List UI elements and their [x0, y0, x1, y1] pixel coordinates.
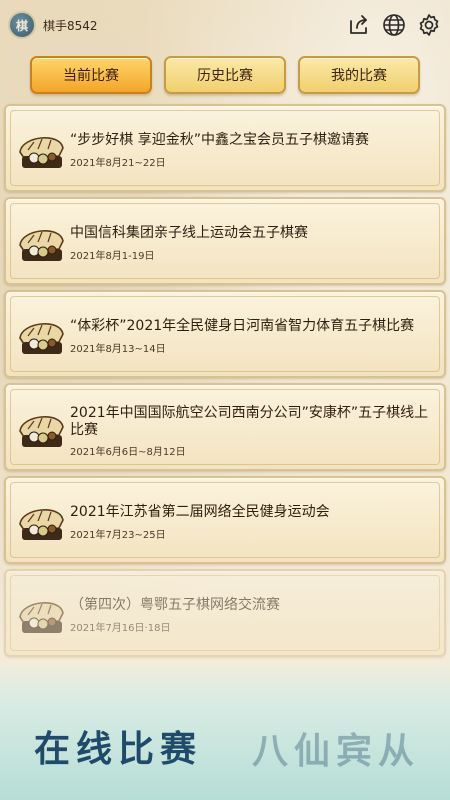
- banner-slogan: 在线比赛: [34, 728, 203, 770]
- banner-slogan-faded: 八仙宾从: [252, 730, 421, 772]
- match-title: 2021年江苏省第二届网络全民健身运动会: [70, 504, 330, 520]
- tab-current-matches[interactable]: 当前比赛: [30, 56, 152, 94]
- match-date: 2021年6月6日~8月12日: [70, 447, 186, 458]
- username: 棋手8542: [43, 18, 98, 33]
- match-emblem-icon: [19, 230, 64, 261]
- match-title: 2021年中国国际航空公司西南分公司”安康杯”五子棋线上比赛: [70, 405, 429, 438]
- match-card[interactable]: 2021年中国国际航空公司西南分公司”安康杯”五子棋线上比赛 2021年6月6日…: [4, 383, 446, 471]
- match-card[interactable]: 2021年江苏省第二届网络全民健身运动会 2021年7月23~25日: [4, 476, 446, 564]
- match-emblem-icon: [19, 323, 64, 354]
- match-title: “步步好棋 享迎金秋”中鑫之宝会员五子棋邀请赛: [70, 132, 369, 148]
- match-emblem-icon: [19, 509, 64, 540]
- share-icon[interactable]: [346, 12, 372, 38]
- top-icons: [346, 12, 442, 38]
- match-emblem-icon: [19, 137, 64, 168]
- match-emblem-icon: [19, 602, 64, 633]
- globe-icon[interactable]: [381, 12, 407, 38]
- match-date: 2021年8月21~22日: [70, 158, 166, 169]
- match-emblem-icon: [19, 416, 64, 447]
- match-date: 2021年7月16日·18日: [70, 623, 171, 634]
- match-date: 2021年8月13~14日: [70, 344, 166, 355]
- tab-my-matches[interactable]: 我的比赛: [298, 56, 420, 94]
- match-date: 2021年7月23~25日: [70, 530, 166, 541]
- match-card[interactable]: 中国信科集团亲子线上运动会五子棋赛 2021年8月1-19日: [4, 197, 446, 285]
- match-card[interactable]: “步步好棋 享迎金秋”中鑫之宝会员五子棋邀请赛 2021年8月21~22日: [4, 104, 446, 192]
- match-title: “体彩杯”2021年全民健身日河南省智力体育五子棋比赛: [70, 318, 415, 334]
- gear-icon[interactable]: [416, 12, 442, 38]
- tab-history-matches[interactable]: 历史比赛: [164, 56, 286, 94]
- match-title: 中国信科集团亲子线上运动会五子棋赛: [70, 225, 308, 241]
- match-card[interactable]: “体彩杯”2021年全民健身日河南省智力体育五子棋比赛 2021年8月13~14…: [4, 290, 446, 378]
- match-date: 2021年8月1-19日: [70, 251, 155, 262]
- top-bar: 棋 棋手8542: [0, 0, 450, 50]
- match-title: （第四次）粤鄂五子棋网络交流赛: [70, 597, 280, 613]
- match-tabs: 当前比赛 历史比赛 我的比赛: [30, 56, 420, 94]
- avatar[interactable]: 棋: [8, 11, 36, 39]
- match-card[interactable]: （第四次）粤鄂五子棋网络交流赛 2021年7月16日·18日: [4, 569, 446, 657]
- match-list: “步步好棋 享迎金秋”中鑫之宝会员五子棋邀请赛 2021年8月21~22日 中国…: [4, 104, 446, 664]
